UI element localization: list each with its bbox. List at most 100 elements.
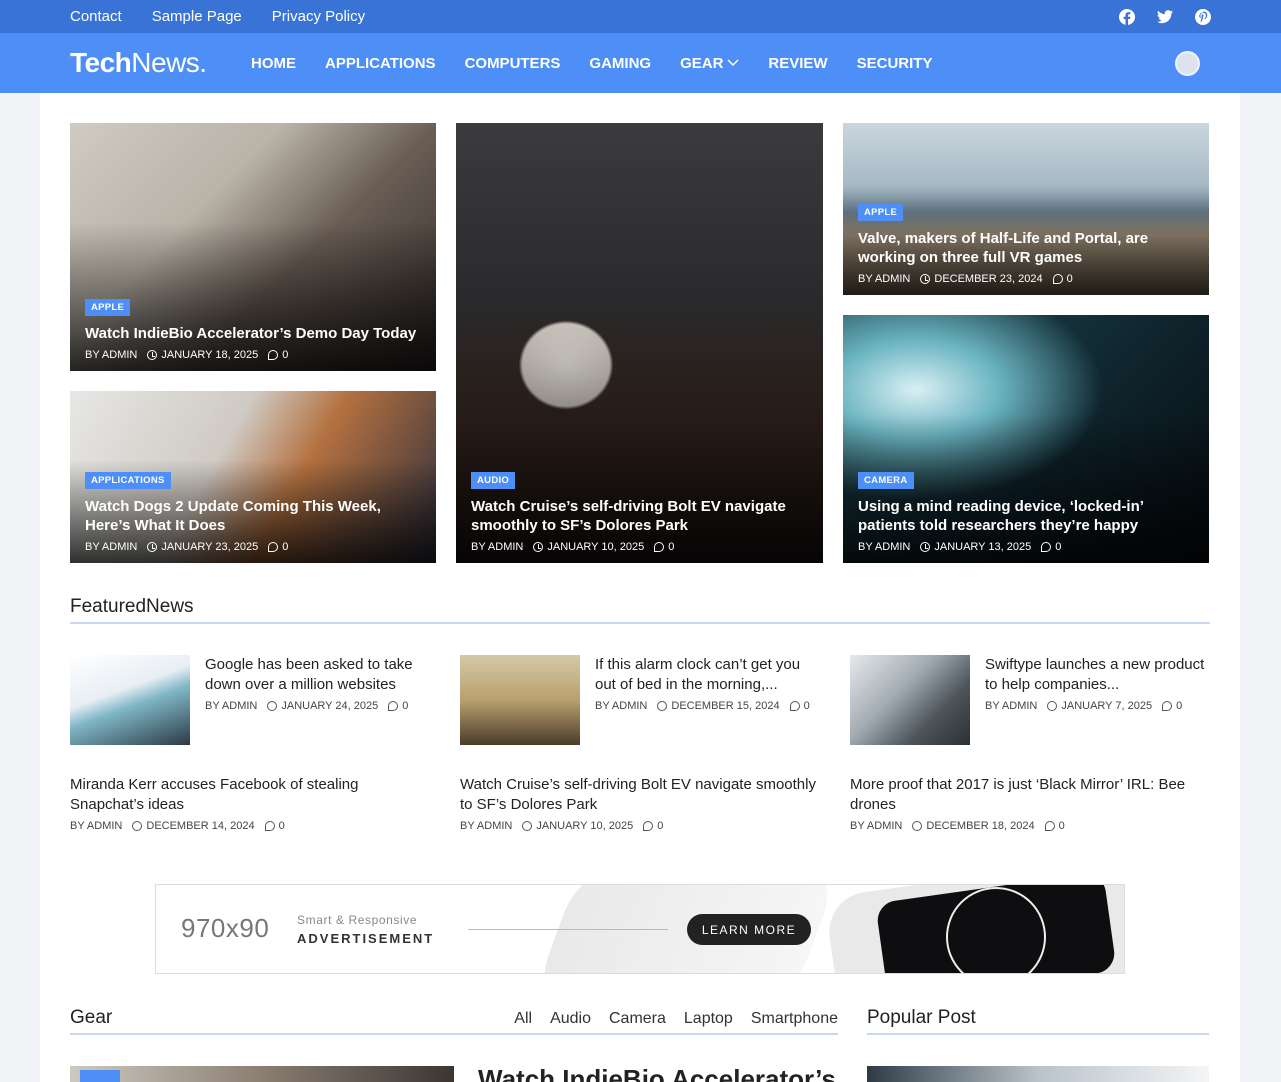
site-logo[interactable]: TechNews. [70,47,207,79]
top-bar: Contact Sample Page Privacy Policy [0,0,1281,33]
featured-text: Swiftype launches a new product to help … [985,655,1210,712]
author: BY ADMIN [858,273,911,285]
gear-heading: Gear [70,1007,113,1028]
menu-item-gear[interactable]: GEAR [680,55,739,72]
featured-thumbnail[interactable] [70,655,190,745]
tab-audio[interactable]: Audio [550,1010,591,1028]
tab-camera[interactable]: Camera [609,1010,666,1028]
category-tag[interactable]: APPLICATIONS [85,472,171,489]
featured-title[interactable]: More proof that 2017 is just ‘Black Mirr… [850,775,1210,815]
comment-icon [268,350,279,360]
clock-icon [147,350,158,360]
comment-count: 0 [1066,273,1073,285]
card-meta: BY ADMIN JANUARY 18, 2025 0 [85,349,424,361]
comment-icon [388,701,399,711]
author: BY ADMIN [205,700,258,712]
card-meta: BY ADMIN JANUARY 10, 2025 0 [471,541,811,553]
comment-icon [789,701,800,711]
comment-icon [1162,701,1173,711]
featured-meta: BY ADMIN DECEMBER 14, 2024 0 [70,820,430,832]
card-title[interactable]: Valve, makers of Half-Life and Portal, a… [858,229,1197,267]
main-navbar: TechNews. HOME APPLICATIONS COMPUTERS GA… [0,33,1281,93]
user-avatar-icon[interactable] [1175,51,1200,76]
advertisement-banner[interactable]: 970x90 Smart & Responsive ADVERTISEMENT … [155,884,1125,974]
gear-first-thumbnail[interactable] [70,1066,454,1082]
menu-item-gaming[interactable]: GAMING [589,55,651,72]
menu-item-gear-label: GEAR [680,54,724,72]
hero-card-5[interactable]: CAMERA Using a mind reading device, ‘loc… [843,315,1209,563]
menu-item-home[interactable]: HOME [251,55,296,72]
comment-count: 0 [1055,541,1062,553]
featured-news-divider [70,622,1210,624]
author: BY ADMIN [595,700,648,712]
comment-count: 0 [1176,700,1183,712]
date: DECEMBER 23, 2024 [934,273,1043,285]
ad-size-label: 970x90 [181,913,270,943]
featured-item[interactable]: More proof that 2017 is just ‘Black Mirr… [850,775,1210,835]
category-tag[interactable]: CAMERA [858,472,914,489]
featured-title[interactable]: Watch Cruise’s self-driving Bolt EV navi… [460,775,820,815]
comment-count: 0 [282,349,289,361]
hero-card-1[interactable]: APPLE Watch IndieBio Accelerator’s Demo … [70,123,436,371]
featured-news-heading: FeaturedNews [70,596,194,617]
card-title[interactable]: Watch IndieBio Accelerator’s Demo Day To… [85,324,424,343]
featured-item[interactable]: Swiftype launches a new product to help … [850,655,1210,745]
pinterest-icon[interactable] [1195,8,1211,25]
menu-item-applications[interactable]: APPLICATIONS [325,55,436,72]
featured-thumbnail[interactable] [850,655,970,745]
date: DECEMBER 18, 2024 [926,820,1035,832]
logo-bold: Tech [70,47,132,78]
clock-icon [132,821,143,831]
comment-count: 0 [278,820,285,832]
top-link-sample-page[interactable]: Sample Page [152,8,242,25]
hero-card-2[interactable]: APPLICATIONS Watch Dogs 2 Update Coming … [70,391,436,563]
clock-icon [657,701,668,711]
top-link-privacy-policy[interactable]: Privacy Policy [272,8,365,25]
tab-all[interactable]: All [514,1010,532,1028]
tab-laptop[interactable]: Laptop [684,1010,733,1028]
top-link-contact[interactable]: Contact [70,8,122,25]
learn-more-button[interactable]: LEARN MORE [687,914,811,945]
author: BY ADMIN [850,820,903,832]
date: JANUARY 7, 2025 [1061,700,1153,712]
top-links: Contact Sample Page Privacy Policy [70,0,365,33]
date: JANUARY 23, 2025 [161,541,259,553]
popular-post-divider [867,1033,1209,1035]
featured-thumbnail[interactable] [460,655,580,745]
facebook-icon[interactable] [1119,8,1135,25]
comment-icon [264,821,275,831]
featured-item[interactable]: Google has been asked to take down over … [70,655,430,745]
card-caption: APPLE Watch IndieBio Accelerator’s Demo … [85,297,424,361]
comment-count: 0 [402,700,409,712]
gear-first-title[interactable]: Watch IndieBio Accelerator’s [478,1064,836,1082]
card-title[interactable]: Watch Dogs 2 Update Coming This Week, He… [85,497,424,535]
featured-title[interactable]: Google has been asked to take down over … [205,655,430,695]
category-tag[interactable] [80,1070,120,1082]
author: BY ADMIN [858,541,911,553]
category-tag[interactable]: AUDIO [471,472,516,489]
featured-title[interactable]: If this alarm clock can’t get you out of… [595,655,820,695]
featured-meta: BY ADMIN JANUARY 10, 2025 0 [460,820,820,832]
hero-card-3[interactable]: AUDIO Watch Cruise’s self-driving Bolt E… [456,123,823,563]
card-caption: AUDIO Watch Cruise’s self-driving Bolt E… [471,470,811,553]
menu-item-security[interactable]: SECURITY [857,55,933,72]
popular-first-thumbnail[interactable] [867,1066,1209,1082]
menu-item-computers[interactable]: COMPUTERS [465,55,561,72]
card-meta: BY ADMIN JANUARY 13, 2025 0 [858,541,1197,553]
social-links [1119,0,1211,33]
tab-smartphone[interactable]: Smartphone [751,1010,838,1028]
featured-item[interactable]: If this alarm clock can’t get you out of… [460,655,820,745]
card-title[interactable]: Watch Cruise’s self-driving Bolt EV navi… [471,497,811,535]
comment-count: 0 [657,820,664,832]
featured-title[interactable]: Miranda Kerr accuses Facebook of stealin… [70,775,430,815]
twitter-icon[interactable] [1157,9,1173,25]
category-tag[interactable]: APPLE [85,299,131,316]
featured-item[interactable]: Miranda Kerr accuses Facebook of stealin… [70,775,430,835]
hero-card-4[interactable]: APPLE Valve, makers of Half-Life and Por… [843,123,1209,295]
category-tag[interactable]: APPLE [858,204,904,221]
featured-title[interactable]: Swiftype launches a new product to help … [985,655,1210,695]
author: BY ADMIN [471,541,524,553]
menu-item-review[interactable]: REVIEW [768,55,827,72]
card-title[interactable]: Using a mind reading device, ‘locked-in’… [858,497,1197,535]
featured-item[interactable]: Watch Cruise’s self-driving Bolt EV navi… [460,775,820,835]
